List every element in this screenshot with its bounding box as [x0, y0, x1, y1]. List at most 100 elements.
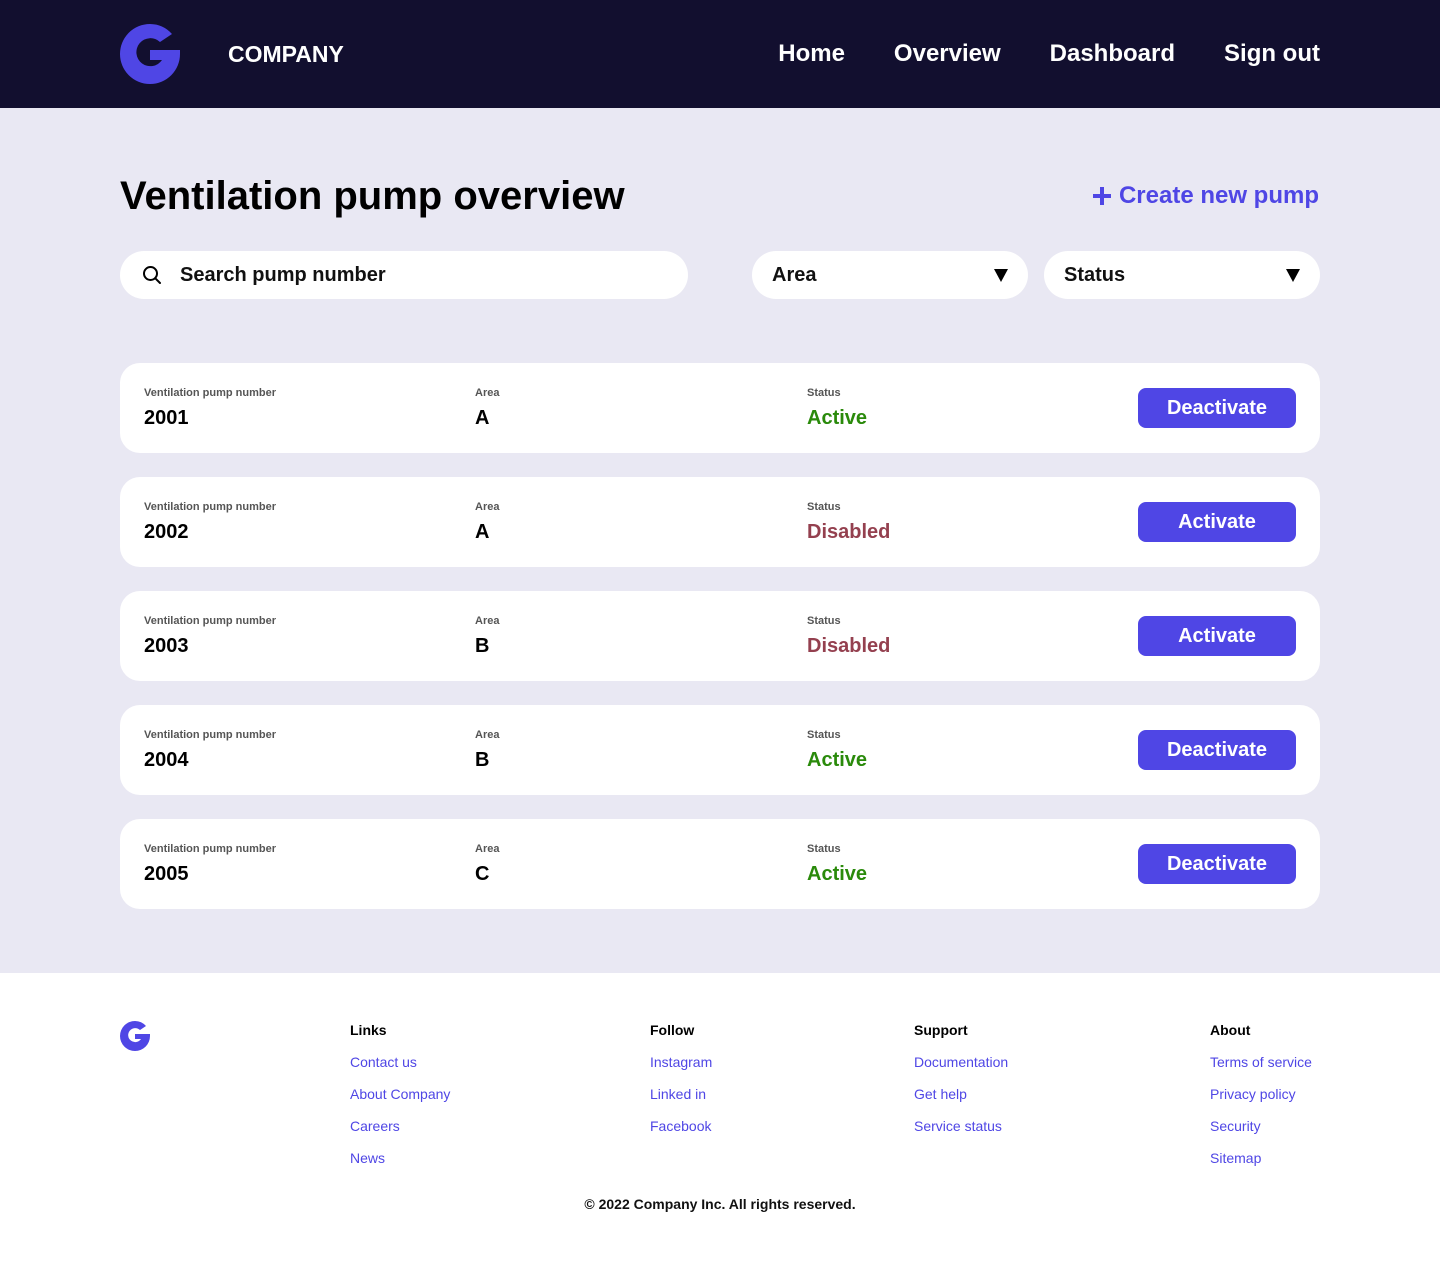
- pump-number-value: 2001: [144, 407, 189, 429]
- deactivate-button[interactable]: Deactivate: [1138, 844, 1296, 884]
- footer-link-sitemap[interactable]: Sitemap: [1210, 1149, 1312, 1167]
- status-cell: Status Disabled: [807, 615, 890, 660]
- footer-link-news[interactable]: News: [350, 1149, 450, 1167]
- caret-down-icon: [1286, 268, 1300, 282]
- search-input[interactable]: Search pump number: [120, 251, 688, 299]
- area-value: B: [475, 635, 490, 657]
- footer-heading: About: [1210, 1022, 1251, 1038]
- footer-link-contact-us[interactable]: Contact us: [350, 1053, 450, 1071]
- status-value: Disabled: [807, 635, 891, 657]
- area-value: A: [475, 521, 490, 543]
- pump-number-label: Ventilation pump number: [144, 501, 277, 513]
- pump-row: Ventilation pump number 2005 Area C Stat…: [120, 819, 1320, 909]
- deactivate-button[interactable]: Deactivate: [1138, 730, 1296, 770]
- footer-heading: Support: [914, 1022, 968, 1038]
- pump-number-value: 2004: [144, 749, 189, 771]
- area-cell: Area B: [475, 615, 499, 660]
- area-label: Area: [475, 387, 500, 399]
- footer-link-service-status[interactable]: Service status: [914, 1117, 1008, 1135]
- area-label: Area: [475, 843, 500, 855]
- area-label: Area: [475, 501, 500, 513]
- footer-link-linkedin[interactable]: Linked in: [650, 1085, 712, 1103]
- status-label: Status: [807, 843, 841, 855]
- pump-number-label: Ventilation pump number: [144, 387, 277, 399]
- area-filter-label: Area: [772, 263, 817, 286]
- status-cell: Status Active: [807, 843, 867, 888]
- footer-follow-column: Follow Instagram Linked in Facebook: [650, 1021, 712, 1149]
- nav-home-link[interactable]: Home: [778, 38, 845, 70]
- status-value: Disabled: [807, 521, 891, 543]
- plus-icon: [1092, 187, 1111, 205]
- area-value: B: [475, 749, 490, 771]
- site-footer: Links Contact us About Company Careers N…: [0, 973, 1440, 1261]
- footer-link-instagram[interactable]: Instagram: [650, 1053, 712, 1071]
- pump-number-value: 2005: [144, 863, 189, 885]
- pump-number-cell: Ventilation pump number 2003: [144, 615, 276, 660]
- area-cell: Area A: [475, 387, 499, 432]
- footer-heading: Links: [350, 1022, 387, 1038]
- pump-row: Ventilation pump number 2001 Area A Stat…: [120, 363, 1320, 453]
- footer-link-privacy[interactable]: Privacy policy: [1210, 1085, 1312, 1103]
- pump-number-label: Ventilation pump number: [144, 615, 277, 627]
- activate-button[interactable]: Activate: [1138, 616, 1296, 656]
- status-value: Active: [807, 863, 868, 885]
- footer-link-documentation[interactable]: Documentation: [914, 1053, 1008, 1071]
- search-icon: [143, 266, 161, 284]
- pump-row: Ventilation pump number 2003 Area B Stat…: [120, 591, 1320, 681]
- brand-name: COMPANY: [228, 41, 344, 67]
- footer-support-column: Support Documentation Get help Service s…: [914, 1021, 1008, 1149]
- footer-about-column: About Terms of service Privacy policy Se…: [1210, 1021, 1312, 1181]
- nav-sign-out-link[interactable]: Sign out: [1224, 38, 1320, 70]
- pump-list: Ventilation pump number 2001 Area A Stat…: [120, 363, 1320, 933]
- footer-link-careers[interactable]: Careers: [350, 1117, 450, 1135]
- status-label: Status: [807, 729, 841, 741]
- footer-link-security[interactable]: Security: [1210, 1117, 1312, 1135]
- area-cell: Area A: [475, 501, 499, 546]
- activate-button[interactable]: Activate: [1138, 502, 1296, 542]
- status-filter-label: Status: [1064, 263, 1126, 286]
- status-filter-select[interactable]: Status: [1044, 251, 1320, 299]
- page-title: Ventilation pump overview: [120, 174, 625, 218]
- status-cell: Status Active: [807, 387, 867, 432]
- area-filter-select[interactable]: Area: [752, 251, 1028, 299]
- nav-dashboard-link[interactable]: Dashboard: [1050, 38, 1175, 70]
- status-label: Status: [807, 615, 841, 627]
- company-logo-icon[interactable]: [120, 1021, 150, 1051]
- footer-links-column: Links Contact us About Company Careers N…: [350, 1021, 450, 1181]
- footer-link-get-help[interactable]: Get help: [914, 1085, 1008, 1103]
- main-nav: Home Overview Dashboard Sign out: [778, 38, 1320, 70]
- status-value: Active: [807, 407, 868, 429]
- pump-number-value: 2003: [144, 635, 189, 657]
- footer-link-about-company[interactable]: About Company: [350, 1085, 450, 1103]
- pump-number-label: Ventilation pump number: [144, 843, 277, 855]
- pump-number-cell: Ventilation pump number 2001: [144, 387, 276, 432]
- pump-number-value: 2002: [144, 521, 189, 543]
- nav-overview-link[interactable]: Overview: [894, 38, 1001, 70]
- pump-number-cell: Ventilation pump number 2005: [144, 843, 276, 888]
- status-value: Active: [807, 749, 868, 771]
- pump-number-cell: Ventilation pump number 2004: [144, 729, 276, 774]
- pump-number-label: Ventilation pump number: [144, 729, 277, 741]
- pump-row: Ventilation pump number 2002 Area A Stat…: [120, 477, 1320, 567]
- footer-heading: Follow: [650, 1022, 695, 1038]
- create-new-pump-button[interactable]: Create new pump: [1092, 180, 1319, 212]
- area-label: Area: [475, 729, 500, 741]
- area-cell: Area C: [475, 843, 499, 888]
- area-value: A: [475, 407, 490, 429]
- area-cell: Area B: [475, 729, 499, 774]
- search-placeholder: Search pump number: [180, 263, 386, 286]
- pump-row: Ventilation pump number 2004 Area B Stat…: [120, 705, 1320, 795]
- copyright-text: © 2022 Company Inc. All rights reserved.: [584, 1196, 856, 1212]
- main-content: Ventilation pump overview Create new pum…: [0, 108, 1440, 973]
- status-label: Status: [807, 501, 841, 513]
- company-logo-icon[interactable]: [120, 24, 180, 84]
- top-header: COMPANY Home Overview Dashboard Sign out: [0, 0, 1440, 108]
- pump-number-cell: Ventilation pump number 2002: [144, 501, 276, 546]
- footer-link-facebook[interactable]: Facebook: [650, 1117, 712, 1135]
- area-value: C: [475, 863, 490, 885]
- status-cell: Status Disabled: [807, 501, 890, 546]
- status-cell: Status Active: [807, 729, 867, 774]
- deactivate-button[interactable]: Deactivate: [1138, 388, 1296, 428]
- caret-down-icon: [994, 268, 1008, 282]
- footer-link-terms[interactable]: Terms of service: [1210, 1053, 1312, 1071]
